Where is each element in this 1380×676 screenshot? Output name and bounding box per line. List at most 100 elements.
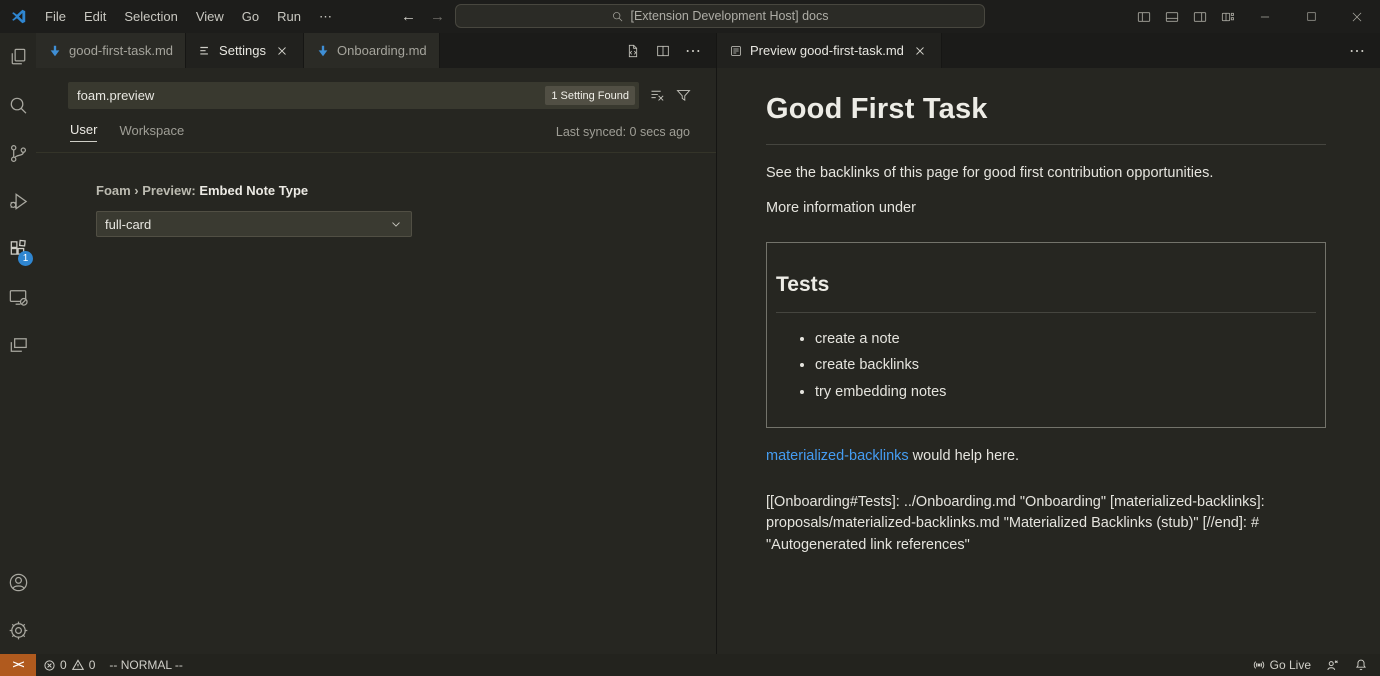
vscode-logo-icon: [0, 8, 36, 25]
problems-status[interactable]: 0 0: [36, 654, 102, 676]
markdown-preview-pane: Good First Task See the backlinks of thi…: [717, 68, 1380, 654]
setting-name: Embed Note Type: [199, 183, 308, 198]
close-icon[interactable]: [911, 44, 929, 58]
go-live-label: Go Live: [1270, 658, 1311, 672]
menu-edit[interactable]: Edit: [75, 5, 115, 28]
menu-selection[interactable]: Selection: [115, 5, 186, 28]
remote-explorer-icon[interactable]: [0, 273, 36, 321]
preview-title: Good First Task: [766, 88, 1326, 144]
setting-category: Foam › Preview:: [96, 183, 199, 198]
editor-actions-right: ⋯: [1349, 33, 1380, 68]
tab-settings[interactable]: Settings: [186, 33, 304, 68]
scope-tab-workspace[interactable]: Workspace: [119, 123, 184, 142]
tab-label: Onboarding.md: [337, 43, 427, 58]
embedded-note-title: Tests: [776, 269, 1316, 313]
dropdown-value: full-card: [105, 217, 151, 232]
editor-actions-left: ⋯: [625, 33, 716, 68]
source-control-icon[interactable]: [0, 129, 36, 177]
link-suffix: would help here.: [909, 448, 1019, 464]
clear-search-filter-icon[interactable]: [649, 87, 666, 104]
feedback-button[interactable]: [1318, 654, 1347, 676]
settings-editor: 1 Setting Found User Workspace Last sync…: [36, 68, 716, 654]
menu-view[interactable]: View: [187, 5, 233, 28]
extensions-badge: 1: [18, 251, 33, 266]
more-actions-icon[interactable]: ⋯: [1349, 41, 1366, 61]
list-item: try embedding notes: [815, 382, 1316, 404]
list-item: create backlinks: [815, 355, 1316, 377]
toggle-panel-bottom-icon[interactable]: [1158, 0, 1186, 33]
status-bar: >< 0 0 -- NORMAL -- Go Live: [0, 654, 1380, 676]
tab-preview-good-first-task[interactable]: Preview good-first-task.md: [717, 33, 942, 68]
error-circle-icon: [43, 659, 56, 672]
title-divider: [766, 144, 1326, 145]
explorer-icon[interactable]: [0, 33, 36, 81]
menu-bar: File Edit Selection View Go Run ⋯: [36, 5, 341, 29]
preview-paragraph-1: See the backlinks of this page for good …: [766, 163, 1326, 185]
customize-layout-icon[interactable]: [1214, 0, 1242, 33]
markdown-file-icon: [48, 44, 62, 58]
warning-triangle-icon: [71, 658, 85, 672]
tab-onboarding[interactable]: Onboarding.md: [304, 33, 440, 68]
vscode-window: File Edit Selection View Go Run ⋯ ← → [E…: [0, 0, 1380, 676]
menu-run[interactable]: Run: [268, 5, 310, 28]
embedded-note-list: create a note create backlinks try embed…: [776, 329, 1316, 404]
window-controls: [1130, 0, 1380, 33]
markdown-preview-icon: [729, 44, 743, 58]
link-paragraph: materialized-backlinks would help here.: [766, 446, 1326, 468]
preview-paragraph-2: More information under: [766, 198, 1326, 220]
extensions-icon[interactable]: 1: [0, 225, 36, 273]
command-center-search[interactable]: [Extension Development Host] docs: [455, 4, 985, 28]
link-references-paragraph: [[Onboarding#Tests]: ../Onboarding.md "O…: [766, 492, 1326, 557]
editor-group-left: good-first-task.md Settings Onboarding.m…: [36, 33, 716, 654]
tab-label: Settings: [219, 43, 266, 58]
settings-header: 1 Setting Found User Workspace Last sync…: [36, 68, 716, 153]
more-actions-icon[interactable]: ⋯: [685, 41, 702, 61]
title-bar: File Edit Selection View Go Run ⋯ ← → [E…: [0, 0, 1380, 33]
go-back-icon[interactable]: ←: [401, 8, 416, 25]
go-forward-icon[interactable]: →: [430, 8, 445, 25]
settings-list-icon: [198, 44, 212, 58]
remote-icon: ><: [13, 659, 24, 671]
list-item: create a note: [815, 329, 1316, 351]
editor-group-right: Preview good-first-task.md ⋯ Good First …: [717, 33, 1380, 654]
split-editor-icon[interactable]: [655, 43, 671, 59]
tab-bar-left: good-first-task.md Settings Onboarding.m…: [36, 33, 716, 68]
minimize-icon[interactable]: [1242, 0, 1288, 33]
menu-file[interactable]: File: [36, 5, 75, 28]
menu-overflow[interactable]: ⋯: [310, 5, 341, 29]
toggle-sidebar-left-icon[interactable]: [1130, 0, 1158, 33]
scope-tab-user[interactable]: User: [70, 122, 97, 142]
command-center-label: [Extension Development Host] docs: [630, 9, 828, 23]
materialized-backlinks-link[interactable]: materialized-backlinks: [766, 448, 909, 464]
filter-funnel-icon[interactable]: [675, 87, 692, 104]
chevron-down-icon: [389, 217, 403, 231]
manage-gear-icon[interactable]: [0, 606, 36, 654]
maximize-icon[interactable]: [1288, 0, 1334, 33]
settings-found-badge: 1 Setting Found: [545, 86, 635, 105]
embed-note-type-dropdown[interactable]: full-card: [96, 211, 412, 237]
setting-embed-note-type: Foam › Preview: Embed Note Type full-car…: [96, 183, 716, 237]
feedback-person-icon: [1325, 658, 1340, 673]
tab-good-first-task[interactable]: good-first-task.md: [36, 33, 186, 68]
tab-label: Preview good-first-task.md: [750, 43, 904, 58]
vim-mode-status[interactable]: -- NORMAL --: [102, 654, 190, 676]
editor-windows-icon[interactable]: [0, 321, 36, 369]
toggle-sidebar-right-icon[interactable]: [1186, 0, 1214, 33]
menu-go[interactable]: Go: [233, 5, 268, 28]
warning-count: 0: [89, 658, 96, 672]
go-live-button[interactable]: Go Live: [1245, 654, 1318, 676]
window-close-icon[interactable]: [1334, 0, 1380, 33]
broadcast-icon: [1252, 658, 1266, 672]
embedded-note-card: Tests create a note create backlinks try…: [766, 242, 1326, 428]
remote-indicator[interactable]: ><: [0, 654, 36, 676]
open-settings-json-icon[interactable]: [625, 43, 641, 59]
markdown-file-icon: [316, 44, 330, 58]
run-debug-icon[interactable]: [0, 177, 36, 225]
close-icon[interactable]: [273, 44, 291, 58]
last-synced-label: Last synced: 0 secs ago: [556, 125, 690, 139]
search-view-icon[interactable]: [0, 81, 36, 129]
accounts-icon[interactable]: [0, 558, 36, 606]
tab-bar-right: Preview good-first-task.md ⋯: [717, 33, 1380, 68]
tab-label: good-first-task.md: [69, 43, 173, 58]
notifications-button[interactable]: [1347, 654, 1380, 676]
